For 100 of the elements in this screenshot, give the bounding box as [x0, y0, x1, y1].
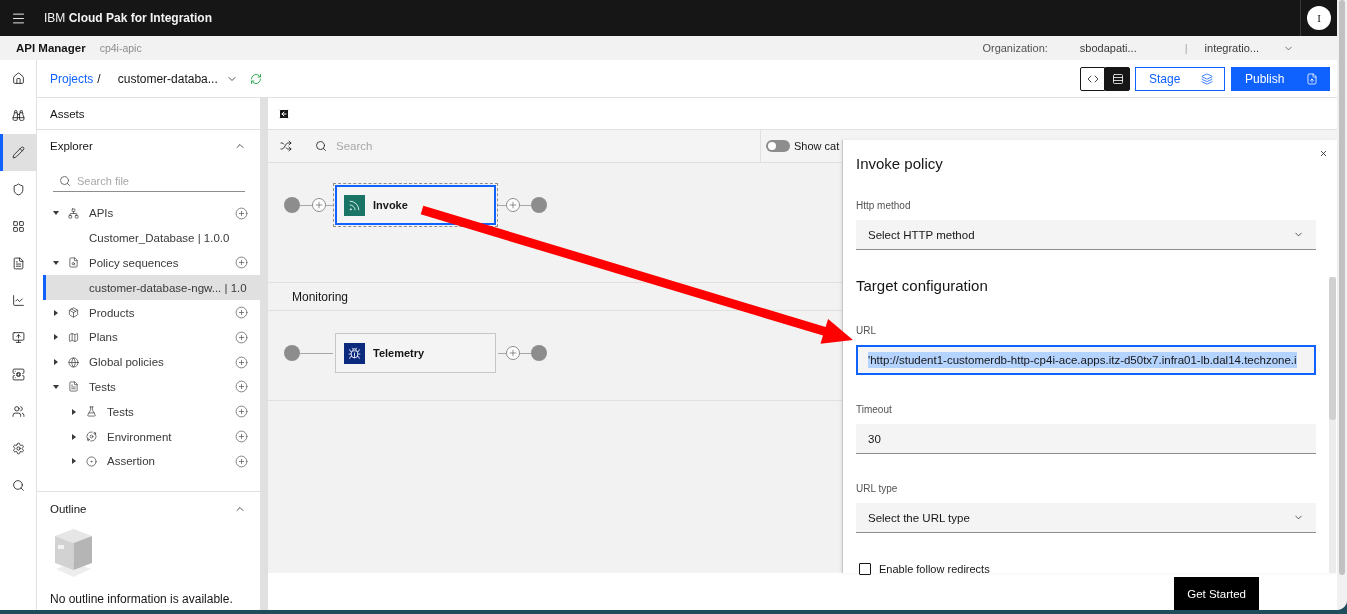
panel-title: Assets	[50, 107, 85, 120]
policy-node[interactable]: Telemetry	[333, 331, 498, 375]
add-button[interactable]	[235, 256, 248, 270]
shuffle-icon[interactable]	[280, 140, 292, 152]
flask-icon	[86, 406, 97, 418]
add-button[interactable]	[235, 430, 248, 444]
caret-icon[interactable]	[53, 261, 59, 265]
connector-line	[300, 204, 312, 206]
field-label: Timeout	[856, 404, 892, 416]
section-title: Outline	[50, 503, 87, 515]
breadcrumb-separator: /	[97, 71, 101, 86]
caret-icon[interactable]	[72, 458, 76, 465]
add-button[interactable]	[235, 355, 248, 369]
organization-name: sbodapati...	[1079, 42, 1137, 54]
splitter-handle[interactable]	[260, 98, 268, 610]
policy-node[interactable]: Invoke	[333, 183, 498, 227]
tree-item[interactable]: Plans	[43, 325, 260, 350]
connector-line	[326, 204, 333, 206]
panel-scrollbar[interactable]	[1329, 277, 1336, 573]
add-button[interactable]	[235, 306, 248, 320]
collapse-panel-icon[interactable]	[278, 107, 290, 120]
plus-circle-icon	[235, 355, 248, 369]
tree-item[interactable]: APIs	[43, 201, 260, 226]
add-button[interactable]	[235, 454, 248, 468]
caret-icon[interactable]	[53, 384, 59, 389]
cube-icon	[55, 529, 92, 577]
tree-item[interactable]: customer-database-ngw... | 1.0	[43, 275, 260, 301]
plus-circle-icon	[235, 454, 248, 468]
refresh-icon[interactable]	[249, 72, 262, 85]
toggle-switch[interactable]	[766, 140, 790, 152]
caret-icon[interactable]	[54, 359, 58, 366]
input-field[interactable]: 'http://student1-customerdb-http-cp4i-ace.apps.itz-d50tx7.infra01-lb.dal14.techzone.i	[856, 345, 1316, 375]
document-icon	[11, 257, 25, 270]
search-icon	[11, 479, 25, 492]
tree-item[interactable]: Environment	[43, 424, 260, 449]
plus-circle-icon	[235, 405, 248, 419]
plus-icon	[314, 200, 324, 210]
user-avatar[interactable]: I	[1307, 6, 1331, 30]
close-button[interactable]	[1319, 149, 1328, 158]
document-icon	[68, 381, 79, 393]
plus-circle-icon	[235, 330, 248, 344]
server-icon	[11, 368, 25, 381]
add-button[interactable]	[235, 405, 248, 419]
caret-icon[interactable]	[54, 309, 58, 316]
breadcrumb-link[interactable]: Projects	[50, 71, 94, 86]
package-icon	[68, 307, 79, 319]
close-icon	[1319, 149, 1328, 158]
caret-icon[interactable]	[72, 408, 76, 415]
insert-button[interactable]	[506, 198, 520, 212]
page-scrollbar[interactable]	[1337, 0, 1347, 610]
checkbox-label: Enable follow redirects	[879, 563, 990, 575]
tree-item[interactable]: Customer_Database | 1.0.0	[43, 225, 260, 251]
network-icon	[68, 207, 79, 219]
tree-item[interactable]: Global policies	[43, 349, 260, 375]
add-button[interactable]	[235, 206, 248, 220]
orbit-icon	[86, 431, 97, 443]
catalog-dropdown[interactable]: integratio...	[1204, 42, 1294, 54]
field-label: Http method	[856, 200, 911, 212]
search-icon	[315, 140, 327, 152]
stage-button[interactable]: Stage	[1135, 66, 1225, 91]
project-dropdown[interactable]: customer-databa...	[117, 71, 238, 86]
input-field[interactable]: 30	[856, 424, 1316, 454]
binoculars-icon	[11, 109, 25, 122]
end-dot-icon	[531, 197, 547, 213]
insert-button[interactable]	[312, 198, 326, 212]
section-title: Monitoring	[292, 289, 349, 304]
connector-line	[520, 204, 531, 206]
select-field[interactable]: Select HTTP method	[856, 220, 1316, 250]
caret-icon[interactable]	[54, 334, 58, 341]
publish-button[interactable]: Publish	[1231, 66, 1330, 91]
field-label: URL	[856, 325, 876, 337]
caret-icon[interactable]	[53, 211, 59, 216]
globe-icon	[68, 356, 79, 368]
nav-button[interactable]	[0, 134, 36, 171]
get-started-button[interactable]: Get Started	[1174, 577, 1259, 610]
plus-icon	[508, 348, 518, 358]
add-button[interactable]	[235, 330, 248, 344]
target-icon	[86, 455, 97, 467]
shield-icon	[11, 183, 25, 196]
bug-icon	[344, 342, 365, 364]
plus-circle-icon	[235, 380, 248, 394]
map-icon	[68, 331, 79, 343]
design-view-button[interactable]	[1105, 66, 1130, 91]
select-field[interactable]: Select the URL type	[856, 503, 1316, 533]
tree-item[interactable]: Products	[43, 300, 260, 325]
caret-icon[interactable]	[72, 433, 76, 440]
add-button[interactable]	[235, 380, 248, 394]
tree-item[interactable]: Policy sequences	[43, 250, 260, 276]
end-dot-icon	[531, 345, 547, 361]
house-icon	[11, 72, 25, 85]
tree-item[interactable]: Assertion	[43, 448, 260, 474]
panel-title: Invoke policy	[856, 156, 944, 171]
tree-item[interactable]: Tests	[43, 374, 260, 400]
users-icon	[11, 405, 25, 418]
connector-line	[300, 352, 333, 354]
tree-item[interactable]: Tests	[43, 399, 260, 425]
code-view-button[interactable]	[1080, 66, 1105, 91]
instance-name: cp4i-apic	[99, 42, 142, 54]
insert-button[interactable]	[506, 346, 520, 360]
checkbox[interactable]	[859, 563, 871, 575]
